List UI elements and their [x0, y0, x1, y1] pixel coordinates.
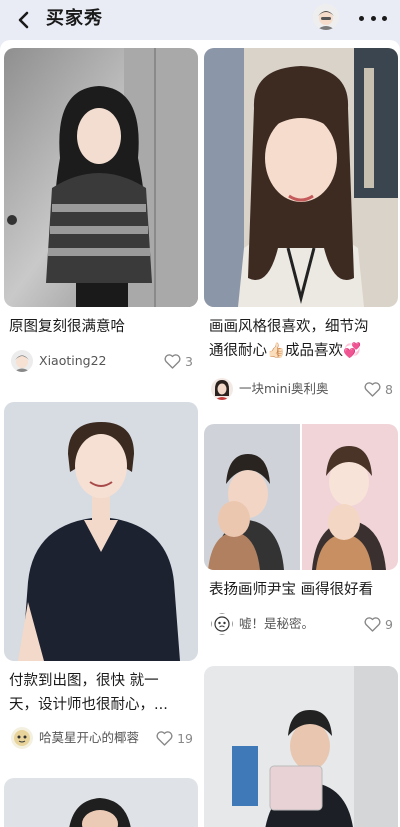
like-count: 3: [185, 353, 193, 369]
post-card[interactable]: 原图复刻很满意哈 Xiaoting22 3: [4, 48, 198, 386]
post-author-row[interactable]: 嘘！是秘密。 9: [208, 613, 396, 637]
top-bar: 买家秀: [0, 0, 400, 40]
author-avatar[interactable]: [11, 350, 33, 372]
user-avatar[interactable]: [313, 4, 339, 30]
caption-line: 天，设计师也很耐心，...: [9, 697, 168, 713]
heart-icon: [364, 381, 381, 397]
more-dots-icon: [359, 15, 364, 21]
more-options-button[interactable]: [359, 8, 387, 28]
heart-icon: [364, 616, 381, 632]
author-name[interactable]: 一块mini奥利奥: [239, 381, 329, 397]
post-caption: 表扬画师尹宝 画得很好看: [209, 582, 374, 598]
post-author-row[interactable]: 一块mini奥利奥 8: [208, 378, 396, 402]
like-button[interactable]: 19: [156, 729, 193, 747]
post-author-row[interactable]: Xiaoting22 3: [8, 350, 196, 374]
caption-line: 画画风格很喜欢，细节沟: [209, 319, 369, 335]
author-avatar[interactable]: [211, 613, 233, 635]
post-photo[interactable]: [204, 48, 398, 307]
caption-line: 通很耐心👍🏻成品喜欢💞: [209, 343, 362, 359]
author-name[interactable]: Xiaoting22: [39, 353, 106, 369]
post-photo[interactable]: [4, 48, 198, 307]
page-title: 买家秀: [46, 8, 103, 29]
like-count: 8: [385, 381, 393, 397]
post-card[interactable]: 付款到出图，很快 就一 天，设计师也很耐心，... 哈莫星开心的椰蓉 19: [4, 402, 198, 758]
author-name[interactable]: 嘘！是秘密。: [239, 616, 314, 632]
back-button[interactable]: [12, 8, 36, 32]
heart-icon: [156, 730, 173, 746]
review-feed[interactable]: 原图复刻很满意哈 Xiaoting22 3 画画风格很喜欢，细节沟 通很耐心👍🏻…: [0, 40, 400, 827]
like-count: 19: [177, 730, 193, 746]
like-button[interactable]: 3: [164, 352, 193, 370]
post-card[interactable]: 表扬画师尹宝 画得很好看 嘘！是秘密。 9: [204, 424, 398, 639]
post-card[interactable]: 画画风格很喜欢，细节沟 通很耐心👍🏻成品喜欢💞 一块mini奥利奥 8: [204, 48, 398, 400]
post-card[interactable]: [204, 666, 398, 827]
post-photo[interactable]: [204, 666, 398, 827]
post-card[interactable]: [4, 778, 198, 827]
like-button[interactable]: 8: [364, 380, 393, 398]
post-author-row[interactable]: 哈莫星开心的椰蓉 19: [8, 727, 196, 751]
post-photo[interactable]: [4, 778, 198, 827]
like-button[interactable]: 9: [364, 615, 393, 633]
post-caption: 付款到出图，很快 就一 天，设计师也很耐心，...: [9, 669, 194, 717]
post-caption: 画画风格很喜欢，细节沟 通很耐心👍🏻成品喜欢💞: [209, 315, 394, 363]
like-count: 9: [385, 616, 393, 632]
post-photo[interactable]: [4, 402, 198, 661]
author-name[interactable]: 哈莫星开心的椰蓉: [39, 730, 139, 746]
post-photo[interactable]: [204, 424, 398, 570]
more-dot: [370, 15, 376, 21]
caption-line: 付款到出图，很快 就一: [9, 673, 159, 689]
more-dot: [382, 15, 387, 21]
author-avatar[interactable]: [211, 378, 233, 400]
heart-icon: [164, 353, 181, 369]
author-avatar[interactable]: [11, 727, 33, 749]
post-caption: 原图复刻很满意哈: [9, 319, 125, 335]
chevron-left-icon: [18, 11, 29, 29]
